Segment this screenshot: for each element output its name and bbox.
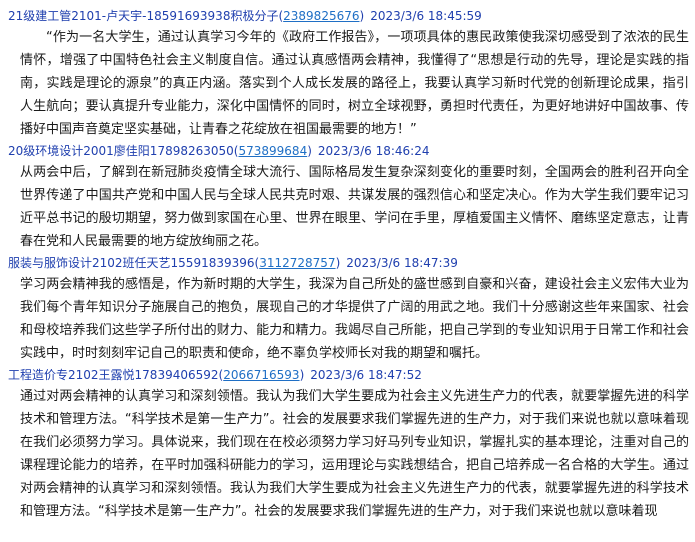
sender-name: 21级建工管2101-卢天宇-18591693938积极分子	[8, 9, 279, 23]
sender-qq-link[interactable]: 3112728757	[259, 256, 335, 270]
chat-log: 21级建工管2101-卢天宇-18591693938积极分子(238982567…	[0, 0, 695, 542]
message-timestamp: 2023/3/6 18:47:52	[310, 368, 422, 382]
message-text: 从两会中后，了解到在新冠肺炎疫情全球大流行、国际格局发生复杂深刻变化的重要时刻，…	[20, 165, 689, 249]
chat-message: 21级建工管2101-卢天宇-18591693938积极分子(238982567…	[8, 6, 695, 141]
message-header: 服装与服饰设计2102班任天艺15591839396(3112728757) 20…	[8, 253, 695, 273]
qq-close-paren: )	[359, 9, 365, 23]
sender-name: 服装与服饰设计2102班任天艺15591839396	[8, 256, 255, 270]
message-header: 20级环境设计2001廖佳阳17898263050(573899684) 2023…	[8, 141, 695, 161]
message-header: 21级建工管2101-卢天宇-18591693938积极分子(238982567…	[8, 6, 695, 26]
sender-qq-link[interactable]: 573899684	[238, 144, 307, 158]
qq-close-paren: )	[307, 144, 312, 158]
qq-close-paren: )	[335, 256, 341, 270]
message-header: 工程造价专2102王露悦17839406592(2066716593) 2023/…	[8, 365, 695, 385]
sender-qq-link[interactable]: 2066716593	[223, 368, 299, 382]
message-text: “作为一名大学生，通过认真学习今年的《政府工作报告》，一项项具体的惠民政策使我深…	[20, 30, 689, 137]
sender-qq-link[interactable]: 2389825676	[283, 9, 359, 23]
message-timestamp: 2023/3/6 18:46:24	[317, 144, 430, 158]
message-timestamp: 2023/3/6 18:47:39	[346, 256, 458, 270]
sender-name: 工程造价专2102王露悦17839406592	[8, 368, 219, 382]
message-text: 学习两会精神我的感悟是，作为新时期的大学生，我深为自己所处的盛世感到自豪和兴奋，…	[20, 277, 689, 361]
qq-close-paren: )	[299, 368, 305, 382]
message-text: 通过对两会精神的认真学习和深刻领悟。我认为我们大学生要成为社会主义先进生产力的代…	[20, 389, 689, 519]
sender-name: 20级环境设计2001廖佳阳17898263050	[8, 144, 234, 158]
chat-message: 服装与服饰设计2102班任天艺15591839396(3112728757) 20…	[8, 253, 695, 365]
message-timestamp: 2023/3/6 18:45:59	[370, 9, 482, 23]
chat-message: 20级环境设计2001廖佳阳17898263050(573899684) 2023…	[8, 141, 695, 253]
chat-message: 工程造价专2102王露悦17839406592(2066716593) 2023/…	[8, 365, 695, 523]
